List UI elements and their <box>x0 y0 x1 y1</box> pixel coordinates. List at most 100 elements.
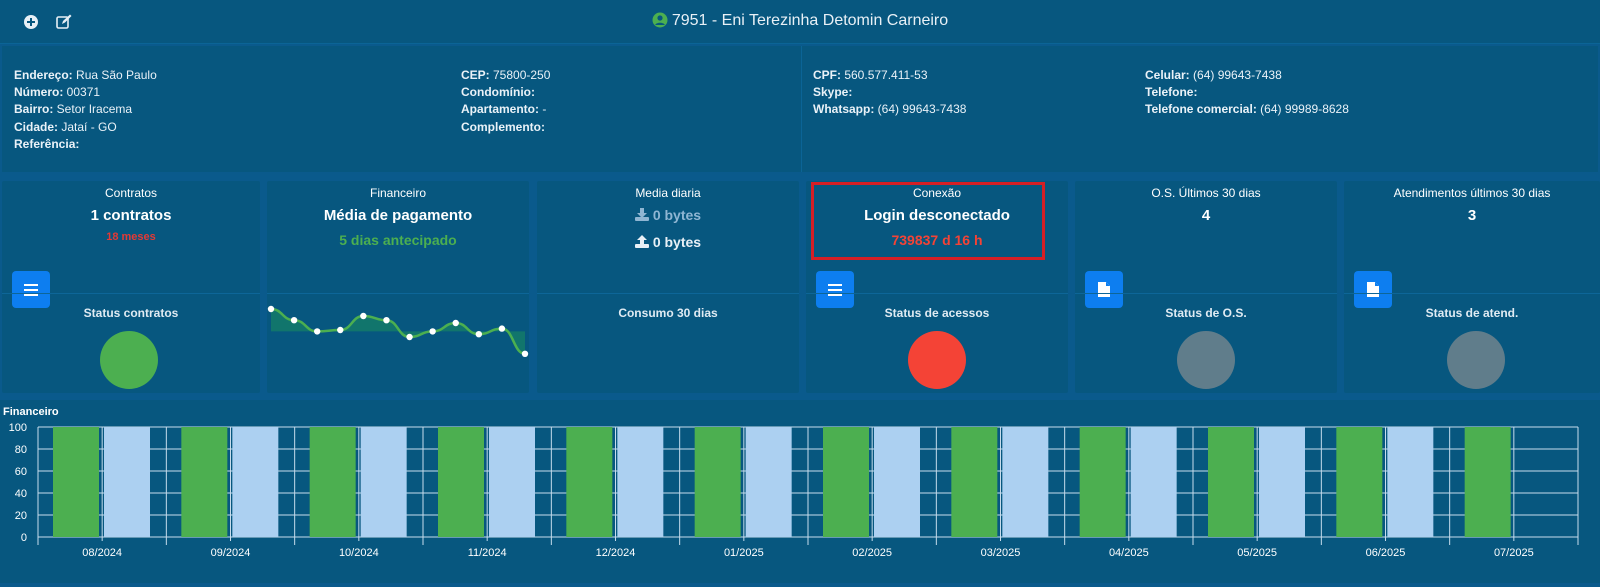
y-tick-label: 80 <box>15 444 27 456</box>
y-tick-label: 60 <box>15 466 27 478</box>
upload-icon <box>634 235 649 248</box>
file-icon <box>1367 282 1379 297</box>
upload-row: 0 bytes <box>537 234 799 250</box>
bar-series-1 <box>566 427 613 537</box>
card-title: Contratos <box>104 186 158 200</box>
info-row: Apartamento: - <box>461 101 550 118</box>
bar-series-2 <box>1259 427 1305 537</box>
bar-series-1 <box>181 427 228 537</box>
payment-average-label: Média de pagamento <box>323 207 473 224</box>
info-label: Skype: <box>813 85 853 100</box>
x-tick-label: 06/2025 <box>1366 547 1406 559</box>
download-value: 0 bytes <box>652 207 702 223</box>
bar-series-1 <box>309 427 356 537</box>
info-label: CPF: <box>813 68 841 82</box>
attendances-button[interactable] <box>1354 271 1392 308</box>
sparkline-point <box>429 328 436 335</box>
info-value: 75800-250 <box>489 68 551 82</box>
info-label: CEP: <box>461 68 490 82</box>
customer-name: 7951 - Eni Terezinha Detomin Carneiro <box>671 12 949 29</box>
sparkline-point <box>290 317 298 324</box>
sparkline-point <box>521 350 529 357</box>
payment-average-value: 5 dias antecipado <box>339 232 457 248</box>
contracts-card: Contratos 1 contratos 18 meses Status co… <box>2 181 260 393</box>
contracts-duration: 18 meses <box>106 231 156 243</box>
info-label: Bairro: <box>14 102 54 117</box>
contracts-count: 1 contratos <box>90 207 172 224</box>
payment-sparkline <box>267 305 529 357</box>
x-tick-label: 03/2025 <box>981 547 1021 559</box>
info-label: Complemento: <box>461 119 545 134</box>
x-tick-label: 12/2024 <box>596 547 636 559</box>
bar-series-2 <box>745 427 792 537</box>
divider <box>801 46 802 172</box>
service-orders-button[interactable] <box>1085 271 1123 308</box>
info-value: 560.577.411-53 <box>841 68 928 82</box>
phone-column: Celular: (64) 99643-7438 Telefone: Telefon… <box>1145 67 1349 119</box>
sparkline-point <box>383 317 390 324</box>
info-row: Whatsapp: (64) 99643-7438 <box>813 101 966 118</box>
contracts-list-button[interactable] <box>12 271 50 308</box>
bar-series-2 <box>1387 427 1434 537</box>
bar-series-2 <box>1002 427 1049 537</box>
bar-series-2 <box>104 427 150 537</box>
bar-series-1 <box>53 427 99 537</box>
access-list-button[interactable] <box>816 271 854 308</box>
info-row: Telefone comercial: (64) 99989-8628 <box>1145 101 1349 118</box>
download-row: 0 bytes <box>537 207 799 223</box>
info-row: CPF: 560.577.411-53 <box>813 67 966 84</box>
attendances-status-indicator <box>1447 331 1505 389</box>
bar-series-1 <box>1336 427 1383 537</box>
card-title: O.S. Últimos 30 dias <box>1151 186 1261 200</box>
info-row: Celular: (64) 99643-7438 <box>1145 67 1349 84</box>
daily-average-card: Media diaria 0 bytes 0 bytes Consumo 30 … <box>537 181 799 393</box>
card-title: Atendimentos últimos 30 dias <box>1393 186 1551 200</box>
bar-series-2 <box>874 427 920 537</box>
contracts-status-indicator <box>100 331 158 389</box>
sparkline-point <box>267 305 275 313</box>
info-value: (64) 99643-7438 <box>874 102 967 117</box>
attendances-count: 3 <box>1467 207 1477 224</box>
document-contact-column: CPF: 560.577.411-53 Skype: Whatsapp: (64) … <box>813 67 966 119</box>
upload-value: 0 bytes <box>652 234 702 250</box>
y-tick-label: 20 <box>15 510 27 522</box>
info-row: Skype: <box>813 84 966 101</box>
sparkline-point <box>337 326 344 334</box>
bar-series-2 <box>360 427 407 537</box>
x-tick-label: 08/2024 <box>82 547 122 559</box>
status-label: Status de acessos <box>884 306 990 320</box>
address-extra-column: CEP: 75800-250 Condomínio: Apartamento: -C… <box>461 67 550 136</box>
info-value: (64) 99643-7438 <box>1189 68 1282 82</box>
bar-series-1 <box>1079 427 1126 537</box>
info-row: Bairro: Setor Iracema <box>14 101 157 118</box>
bar-series-2 <box>617 427 664 537</box>
bar-series-2 <box>1130 427 1177 537</box>
bar-series-1 <box>951 427 998 537</box>
info-value: Rua São Paulo <box>72 68 157 82</box>
y-tick-label: 0 <box>21 532 27 544</box>
info-row: Condomínio: <box>461 84 550 101</box>
info-label: Endereço: <box>14 68 73 82</box>
x-tick-label: 04/2025 <box>1109 547 1149 559</box>
card-title: Media diaria <box>635 186 701 200</box>
sparkline-area <box>271 309 525 354</box>
bar-series-1 <box>823 427 869 537</box>
bar-series-1 <box>1208 427 1254 537</box>
sparkline-point <box>406 333 413 341</box>
connection-highlight-box <box>811 182 1045 260</box>
info-label: Número: <box>14 85 64 100</box>
status-label: Status contratos <box>83 306 179 320</box>
download-icon <box>634 208 649 221</box>
y-tick-label: 100 <box>9 422 27 434</box>
user-circle-icon <box>652 12 668 33</box>
info-row: Número: 00371 <box>14 84 157 101</box>
info-row: CEP: 75800-250 <box>461 67 550 84</box>
sparkline-point <box>498 325 506 332</box>
financial-bar-chart: 0 20 40 60 80 100 08/2024 09/2024 10/2024 11/2024… <box>9 422 1579 559</box>
info-label: Cidade: <box>14 119 59 134</box>
x-tick-label: 10/2024 <box>339 547 379 559</box>
x-tick-label: 05/2025 <box>1237 547 1277 559</box>
bar-series-2 <box>232 427 279 537</box>
top-bar: 7951 - Eni Terezinha Detomin Carneiro <box>0 0 1600 44</box>
info-row: Referência: <box>14 136 157 153</box>
